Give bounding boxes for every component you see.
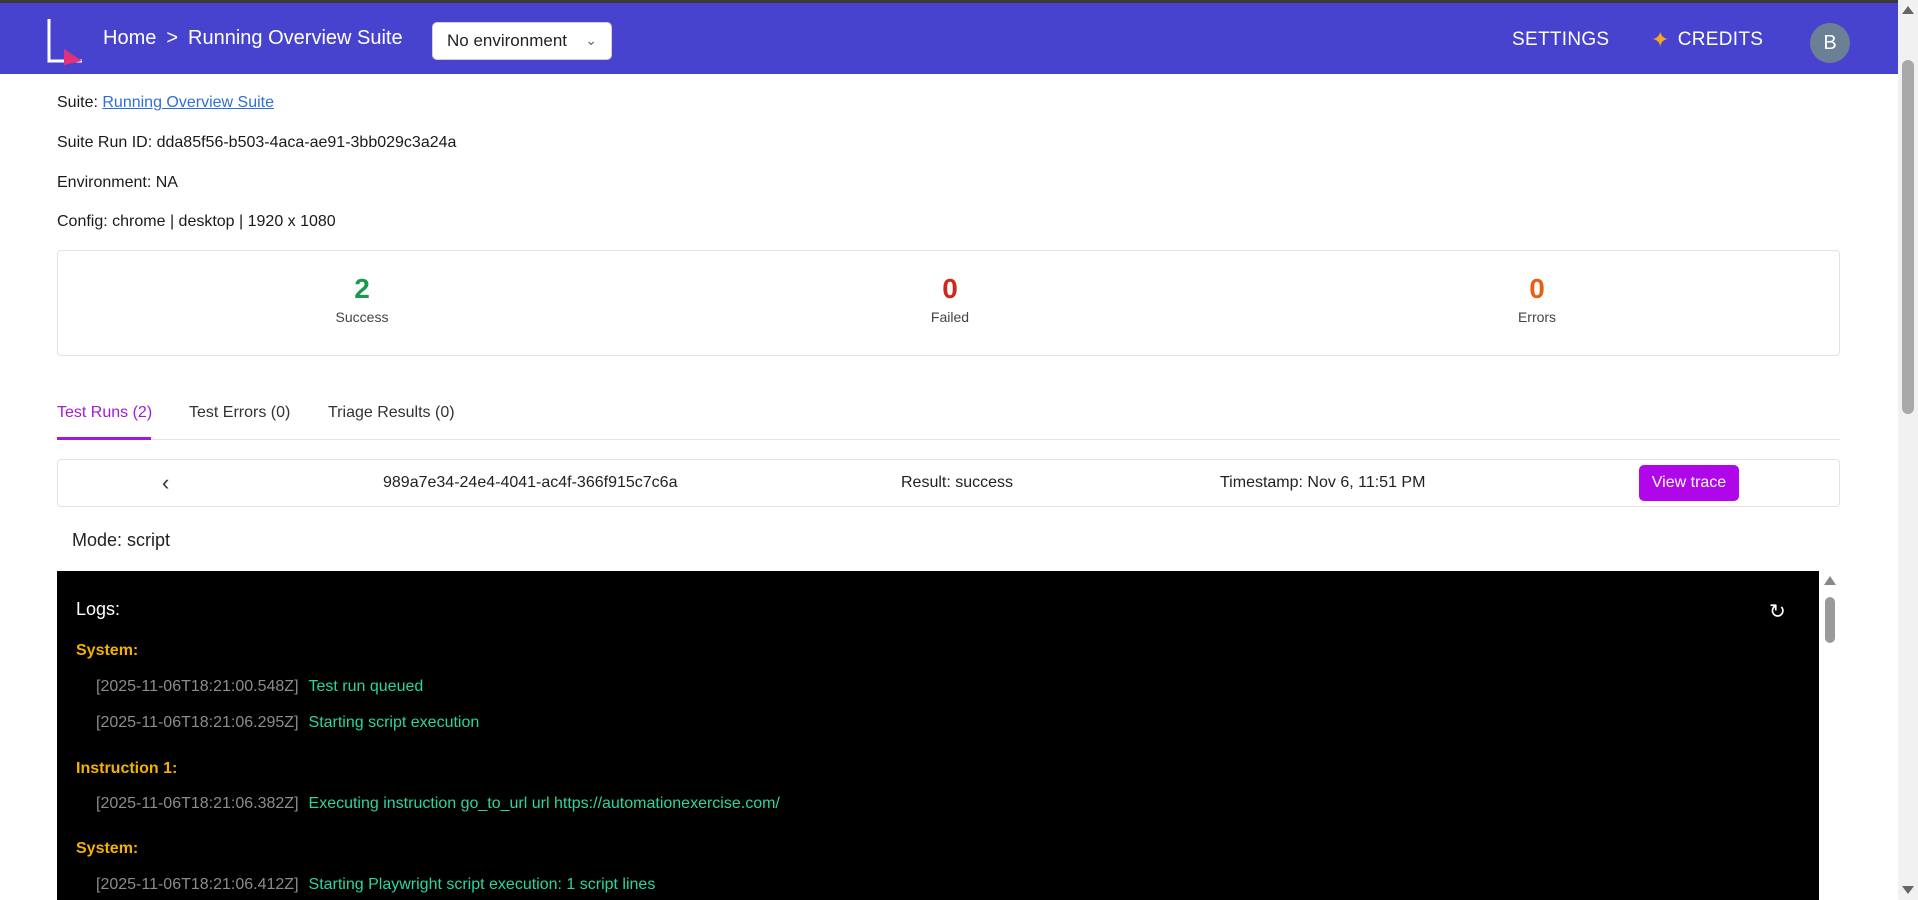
suite-label: Suite:: [57, 94, 103, 111]
breadcrumb-home[interactable]: Home: [103, 27, 156, 50]
scroll-up-arrow-icon[interactable]: [1824, 576, 1836, 585]
stat-success: 2 Success: [262, 273, 462, 325]
scroll-up-arrow-icon[interactable]: [1902, 6, 1914, 14]
stat-success-label: Success: [335, 309, 389, 325]
settings-link[interactable]: SETTINGS: [1512, 29, 1609, 51]
test-run-row: ‹ 989a7e34-24e4-4041-ac4f-366f915c7c6a R…: [57, 459, 1840, 507]
chevron-left-icon[interactable]: ‹: [162, 470, 169, 496]
view-trace-button[interactable]: View trace: [1639, 465, 1739, 501]
results-tabs: Test Runs (2) Test Errors (0) Triage Res…: [57, 400, 1840, 440]
log-section-label: Instruction 1:: [76, 760, 178, 777]
log-message: Test run queued: [308, 678, 424, 695]
page-scroll-thumb[interactable]: [1902, 60, 1914, 414]
credits-link[interactable]: ✦ CREDITS: [1651, 29, 1763, 51]
logs-scroll-thumb[interactable]: [1825, 597, 1835, 643]
suite-run-id: Suite Run ID: dda85f56-b503-4aca-ae91-3b…: [57, 134, 457, 151]
log-line: [2025-11-06T18:21:06.382Z] Executing ins…: [96, 795, 780, 813]
logs-title: Logs:: [76, 599, 121, 619]
scroll-down-arrow-icon[interactable]: [1902, 886, 1914, 894]
stat-errors-value: 0: [1529, 273, 1545, 304]
stat-success-value: 2: [354, 273, 370, 304]
app-logo-icon[interactable]: [44, 15, 88, 65]
test-run-timestamp: Timestamp: Nov 6, 11:51 PM: [1220, 474, 1426, 491]
log-timestamp: [2025-11-06T18:21:06.382Z]: [96, 795, 299, 812]
log-timestamp: [2025-11-06T18:21:00.548Z]: [96, 678, 299, 695]
log-line: [2025-11-06T18:21:06.412Z] Starting Play…: [96, 876, 655, 894]
page-scrollbar[interactable]: [1898, 0, 1918, 900]
log-section-label: System:: [76, 642, 139, 659]
log-timestamp: [2025-11-06T18:21:06.412Z]: [96, 876, 299, 893]
log-message: Starting script execution: [308, 714, 480, 731]
stat-errors-label: Errors: [1517, 309, 1557, 325]
test-run-id: 989a7e34-24e4-4041-ac4f-366f915c7c6a: [383, 474, 678, 491]
suite-info: Suite: Running Overview Suite: [57, 94, 274, 112]
log-line: [2025-11-06T18:21:06.295Z] Starting scri…: [96, 714, 479, 732]
refresh-icon[interactable]: ↻: [1769, 599, 1786, 624]
credits-label: CREDITS: [1677, 29, 1764, 50]
run-mode: Mode: script: [72, 530, 171, 550]
chevron-down-icon: ⌄: [585, 32, 597, 48]
config-info: Config: chrome | desktop | 1920 x 1080: [57, 213, 336, 230]
log-message: Starting Playwright script execution: 1 …: [308, 876, 656, 893]
breadcrumb-separator: >: [166, 27, 179, 49]
log-message: Executing instruction go_to_url url http…: [308, 795, 780, 812]
environment-select-value: No environment: [447, 31, 568, 50]
environment-select[interactable]: No environment ⌄: [432, 22, 612, 60]
log-timestamp: [2025-11-06T18:21:06.295Z]: [96, 714, 299, 731]
sparkle-icon: ✦: [1651, 27, 1670, 52]
stat-failed: 0 Failed: [850, 273, 1050, 325]
stat-failed-value: 0: [942, 273, 958, 304]
breadcrumb-suite[interactable]: Running Overview Suite: [188, 27, 403, 50]
log-line: [2025-11-06T18:21:00.548Z] Test run queu…: [96, 678, 423, 696]
run-stats-card: 2 Success 0 Failed 0 Errors: [57, 250, 1840, 356]
logs-scrollbar[interactable]: [1822, 571, 1836, 900]
stat-errors: 0 Errors: [1437, 273, 1637, 325]
tab-triage-results[interactable]: Triage Results (0): [328, 404, 455, 422]
user-avatar[interactable]: B: [1810, 23, 1850, 63]
active-tab-indicator: [57, 437, 151, 440]
tab-test-runs[interactable]: Test Runs (2): [57, 404, 152, 422]
stat-failed-label: Failed: [930, 309, 970, 325]
tab-test-errors[interactable]: Test Errors (0): [189, 404, 290, 422]
breadcrumb: Home > Running Overview Suite: [103, 27, 403, 50]
test-run-result: Result: success: [901, 474, 1014, 491]
top-nav-bar: Home > Running Overview Suite No environ…: [0, 0, 1898, 74]
logs-panel[interactable]: Logs: ↻ System: [2025-11-06T18:21:00.548…: [57, 571, 1819, 900]
environment-info: Environment: NA: [57, 174, 178, 191]
suite-link[interactable]: Running Overview Suite: [102, 94, 274, 111]
log-section-label: System:: [76, 840, 139, 857]
